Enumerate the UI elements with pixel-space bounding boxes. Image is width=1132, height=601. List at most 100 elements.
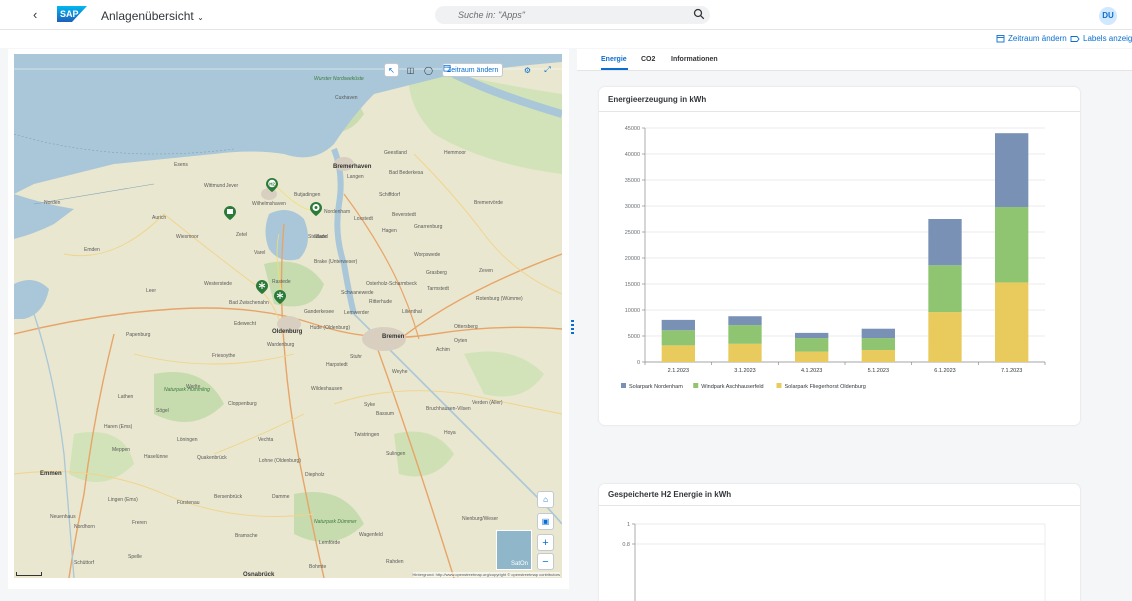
- plant-pin-nordenham[interactable]: [310, 202, 322, 216]
- map-label: Bassum: [376, 411, 395, 417]
- x-tick-label: 4.1.2023: [801, 368, 822, 374]
- map-label: Haselünne: [144, 454, 168, 460]
- map-label: Papenburg: [126, 332, 151, 338]
- map-label: Löningen: [177, 437, 198, 443]
- satellite-toggle[interactable]: SatOn: [496, 530, 532, 570]
- map-label: Geestland: [384, 150, 407, 156]
- map-canvas[interactable]: Cuxhaven Bremerhaven Nordenham Jever Aur…: [14, 54, 562, 578]
- home-button[interactable]: ⌂: [537, 491, 554, 508]
- app-title-menu[interactable]: Anlagenübersicht ⌄: [101, 9, 204, 23]
- map-label: Achim: [436, 347, 450, 353]
- cursor-icon: ↖: [388, 65, 395, 75]
- sap-logo[interactable]: SAP: [57, 6, 87, 22]
- map-label: Lemförde: [319, 540, 341, 546]
- plant-pin-solar[interactable]: [224, 206, 236, 220]
- calendar-icon: [443, 64, 451, 72]
- x-tick-label: 6.1.2023: [934, 368, 955, 374]
- search-icon[interactable]: [693, 8, 705, 20]
- map-label: Bruchhausen-Vilsen: [426, 406, 471, 412]
- map-label: Worpswede: [414, 252, 441, 258]
- map-label: Wiesmoor: [176, 234, 199, 240]
- zoom-in-button[interactable]: +: [537, 534, 554, 551]
- map-label: Nordhorn: [74, 524, 95, 530]
- map-label: Weyhe: [392, 369, 408, 375]
- y-tick-label: 0.8: [622, 542, 630, 548]
- y-tick-label: 40000: [625, 152, 640, 158]
- map-label: Naturpark Dümmer: [314, 519, 357, 525]
- toolbar: [0, 30, 1132, 48]
- map-change-period-label: Zeitraum ändern: [447, 66, 499, 74]
- select-tool-button[interactable]: ↖: [384, 63, 399, 77]
- y-tick-label: 20000: [625, 256, 640, 262]
- bar-segment: [928, 312, 962, 362]
- logo-text: SAP: [60, 9, 79, 19]
- bar-segment: [661, 330, 695, 346]
- x-tick-label: 5.1.2023: [868, 368, 889, 374]
- chart-x-axis: 2.1.2023 3.1.2023 4.1.2023 5.1.2023 6.1.2023…: [644, 362, 1046, 374]
- map-label: Harpstedt: [326, 362, 348, 368]
- y-tick-label: 45000: [625, 126, 640, 132]
- plant-pin-wind[interactable]: [256, 280, 268, 294]
- map-label: Oyten: [454, 338, 468, 344]
- map-label: Schüttorf: [74, 560, 95, 566]
- bar-segment: [661, 345, 695, 362]
- map-label: Esens: [174, 162, 188, 168]
- map-label: Diepholz: [305, 472, 325, 478]
- map-label: Hemmoor: [444, 150, 466, 156]
- bar-segment: [928, 219, 962, 266]
- avatar[interactable]: DU: [1099, 7, 1117, 25]
- map-label: Tarmstedt: [427, 286, 449, 292]
- rectangle-select-icon: ◫: [406, 65, 415, 75]
- fit-to-area-button[interactable]: ▣: [537, 513, 554, 530]
- bar-segment: [728, 325, 762, 344]
- show-labels-label: Labels anzeigen: [1083, 34, 1132, 43]
- map-label: Bremerhaven: [333, 164, 372, 170]
- change-period-button[interactable]: Zeitraum ändern: [996, 34, 1067, 43]
- map-label: Verden (Aller): [472, 400, 503, 406]
- panel-splitter[interactable]: [571, 320, 575, 334]
- map-label: Bad Zwischenahn: [229, 300, 269, 306]
- plant-pin-fliegerhorst[interactable]: [274, 290, 286, 304]
- show-labels-button[interactable]: Labels anzeigen: [1070, 34, 1132, 43]
- y-tick-label: 5000: [628, 334, 640, 340]
- tab-energie[interactable]: Energie: [601, 56, 627, 63]
- map-label: Syke: [364, 402, 376, 408]
- map-label: Bramsche: [235, 533, 258, 539]
- plant-pin-h2[interactable]: H2: [266, 178, 278, 192]
- map-label: Ritterhude: [369, 299, 393, 305]
- h2-chart: 10.8: [622, 522, 1046, 601]
- map-label: Leer: [146, 288, 157, 294]
- legend-label: Windpark Aschhauserfeld: [701, 384, 763, 390]
- bar-segment: [795, 338, 829, 352]
- map-label: Lohne (Oldenburg): [259, 458, 301, 464]
- map-label: Haren (Ems): [104, 424, 133, 430]
- rectangle-select-button[interactable]: ◫: [403, 63, 418, 77]
- map-label: Bohmte: [309, 564, 327, 570]
- map-label: Nienburg/Weser: [462, 516, 499, 522]
- map-label: Stedland: [308, 234, 328, 240]
- x-tick-label: 2.1.2023: [668, 368, 689, 374]
- y-tick-label: 0: [637, 360, 640, 366]
- bar-segment: [795, 332, 829, 339]
- map-label: Schwanewede: [341, 290, 374, 296]
- label-icon: [1070, 35, 1080, 42]
- search-input[interactable]: Suche in: "Apps": [458, 10, 525, 20]
- home-icon: ⌂: [543, 495, 548, 504]
- y-tick-label: 15000: [625, 282, 640, 288]
- back-button[interactable]: ‹: [33, 7, 37, 22]
- map-attribution[interactable]: Hintergrund: http://www.openstreetmap.or…: [412, 572, 560, 577]
- zoom-out-button[interactable]: −: [537, 553, 554, 570]
- map-label: Naturpark Hümmling: [164, 387, 210, 393]
- map-change-period-button[interactable]: Zeitraum ändern: [442, 63, 504, 77]
- frame-icon: ▣: [541, 517, 550, 526]
- map-settings-button[interactable]: ⚙: [520, 63, 535, 77]
- map-label: Freren: [132, 520, 147, 526]
- chart-grid: [645, 127, 1045, 363]
- lasso-select-button[interactable]: ◯: [421, 63, 436, 77]
- fullscreen-button[interactable]: ⤢: [540, 63, 555, 77]
- bar-segment: [861, 350, 895, 362]
- tab-informationen[interactable]: Informationen: [671, 56, 718, 63]
- map-label: Cloppenburg: [228, 401, 257, 407]
- app-title: Anlagenübersicht: [101, 9, 194, 23]
- tab-co2[interactable]: CO2: [641, 56, 655, 63]
